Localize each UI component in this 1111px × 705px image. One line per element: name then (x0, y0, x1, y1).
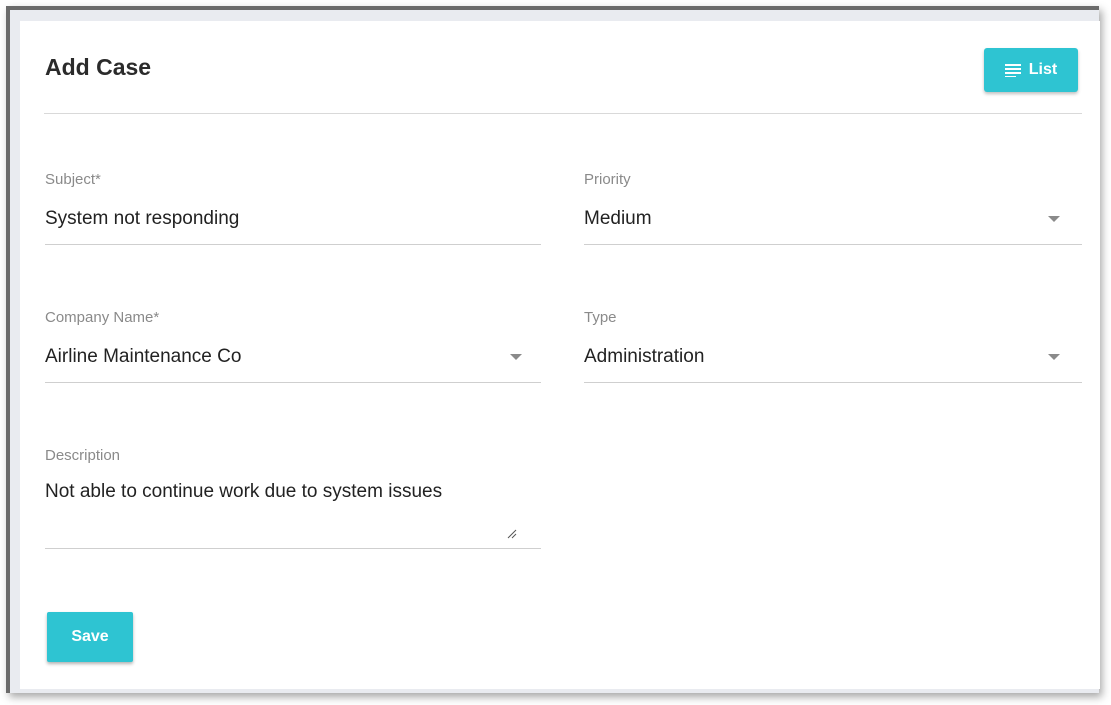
description-underline (45, 548, 541, 549)
type-underline (584, 382, 1082, 383)
type-select[interactable]: Administration (584, 346, 1082, 368)
list-button-label: List (1028, 61, 1058, 78)
company-name-underline (45, 382, 541, 383)
subject-label: Subject* (45, 171, 101, 188)
chevron-down-icon[interactable] (1048, 216, 1060, 222)
subject-field[interactable]: Subject* System not responding (45, 171, 541, 230)
priority-underline (584, 244, 1082, 245)
add-case-card: Add Case List Subject* System not respon… (20, 21, 1100, 689)
header-divider (44, 113, 1082, 114)
priority-select[interactable]: Medium (584, 208, 1082, 230)
company-name-field[interactable]: Company Name* Airline Maintenance Co (45, 309, 541, 368)
priority-field[interactable]: Priority Medium (584, 171, 1082, 230)
list-icon (1004, 63, 1021, 78)
type-field[interactable]: Type Administration (584, 309, 1082, 368)
subject-input[interactable]: System not responding (45, 208, 541, 230)
company-name-label: Company Name* (45, 309, 160, 326)
company-name-select[interactable]: Airline Maintenance Co (45, 346, 541, 368)
page-title: Add Case (45, 54, 152, 80)
chevron-down-icon[interactable] (1048, 354, 1060, 360)
list-button[interactable]: List (984, 48, 1078, 92)
resize-handle-icon[interactable] (507, 526, 517, 539)
subject-underline (45, 244, 541, 245)
type-label: Type (584, 309, 617, 326)
description-field[interactable]: Description Not able to continue work du… (45, 447, 541, 503)
description-label: Description (45, 447, 121, 464)
save-button[interactable]: Save (47, 612, 133, 662)
chevron-down-icon[interactable] (510, 354, 522, 360)
priority-label: Priority (584, 171, 631, 188)
description-textarea[interactable]: Not able to continue work due to system … (45, 480, 505, 503)
page: Add Case List Subject* System not respon… (0, 0, 1111, 705)
